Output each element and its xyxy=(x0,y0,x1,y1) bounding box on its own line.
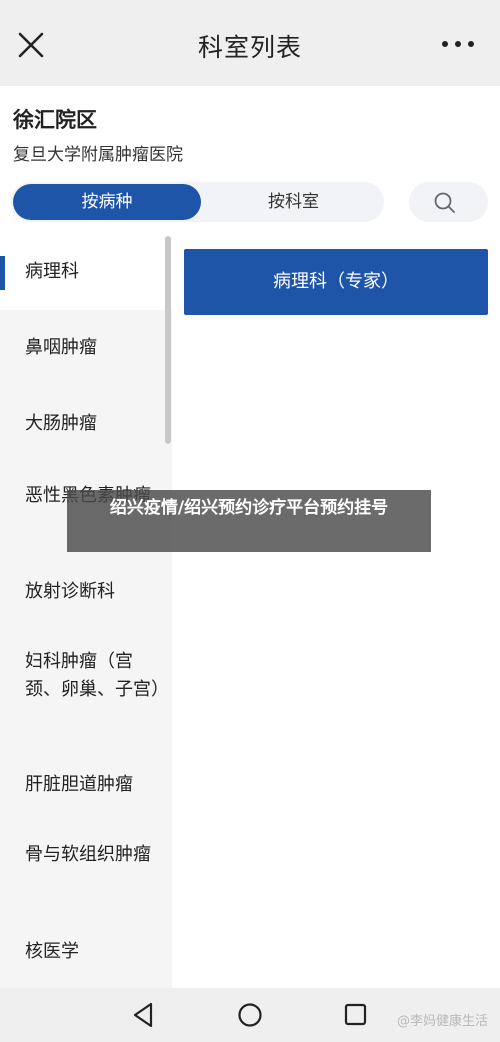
back-triangle-icon[interactable] xyxy=(131,1001,155,1029)
more-icon[interactable] xyxy=(440,34,476,54)
top-bar: 科室列表 xyxy=(0,0,500,86)
search-icon xyxy=(434,192,455,213)
active-indicator xyxy=(0,256,5,290)
caption-text: 绍兴疫情/绍兴预约诊疗平台预约挂号 xyxy=(109,498,389,518)
department-item[interactable]: 大肠肿瘤 xyxy=(0,410,172,438)
page-title: 科室列表 xyxy=(197,33,302,62)
department-item[interactable]: 鼻咽肿瘤 xyxy=(0,334,172,362)
home-circle-icon[interactable] xyxy=(237,1001,263,1029)
system-nav-bar: @李妈健康生活 xyxy=(0,988,500,1042)
list-scrollbar[interactable] xyxy=(165,236,171,444)
search-button[interactable] xyxy=(409,182,488,222)
category-tabs: 按病种 按科室 xyxy=(11,182,384,222)
department-label: 病理科 xyxy=(25,261,79,282)
watermark-text: @李妈健康生活 xyxy=(396,1014,488,1029)
tab-by-department[interactable]: 按科室 xyxy=(205,184,382,220)
department-item[interactable]: 妇科肿瘤（宫颈、卵巢、子宫） xyxy=(0,648,172,704)
department-list: 病理科 鼻咽肿瘤 大肠肿瘤 恶性黑色素肿瘤 放射诊断科 妇科肿瘤（宫颈、卵巢、子… xyxy=(0,236,172,988)
hospital-header: 徐汇院区 复旦大学附属肿瘤医院 按病种 按科室 xyxy=(0,86,500,236)
department-item[interactable]: 核医学 xyxy=(0,938,172,966)
hospital-name: 复旦大学附属肿瘤医院 xyxy=(13,145,183,165)
sub-department-button[interactable]: 病理科（专家） xyxy=(184,249,488,315)
department-item[interactable]: 放射诊断科 xyxy=(0,578,172,606)
recents-square-icon[interactable] xyxy=(343,1001,369,1029)
caption-overlay: 绍兴疫情/绍兴预约诊疗平台预约挂号 xyxy=(67,490,431,552)
tab-by-disease[interactable]: 按病种 xyxy=(13,184,201,220)
district-label: 徐汇院区 xyxy=(13,108,97,132)
department-item-pathology[interactable]: 病理科 xyxy=(0,236,172,310)
department-item[interactable]: 肝脏胆道肿瘤 xyxy=(0,771,172,799)
sub-department-panel: 病理科（专家） xyxy=(172,236,500,988)
department-item[interactable]: 骨与软组织肿瘤 xyxy=(0,841,172,869)
